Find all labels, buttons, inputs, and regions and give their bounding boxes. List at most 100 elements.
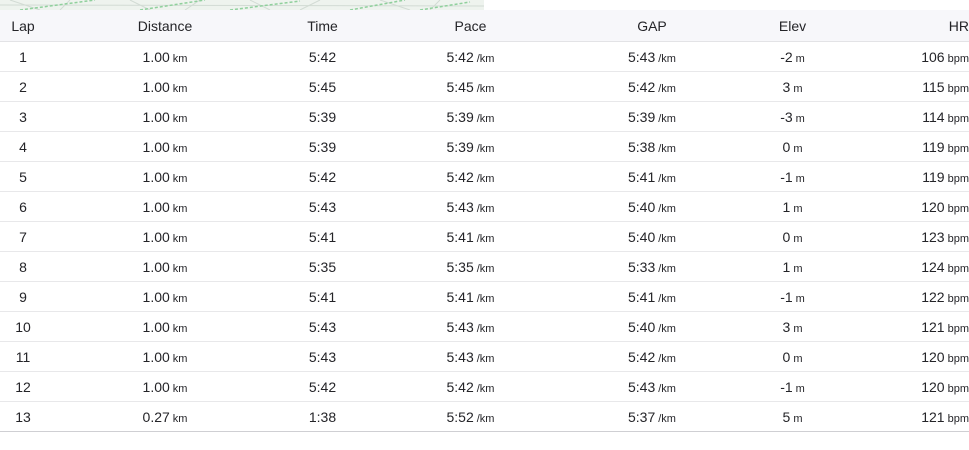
elev-cell: -2 m [724,41,861,72]
elev-unit: m [795,52,805,65]
hr-unit: bpm [947,262,969,275]
gap-cell: 5:41/km [580,161,724,192]
laps-table: Lap Distance Time Pace GAP Elev HR 1 1.00… [0,10,969,432]
time-value: 5:43 [308,198,337,215]
distance-unit: km [172,292,188,305]
hr-value: 119 [922,168,945,185]
gap-cell: 5:37/km [580,401,724,432]
elev-unit: m [793,82,803,95]
column-header-lap[interactable]: Lap [0,10,46,42]
distance-cell: 1.00 km [46,41,284,72]
elev-unit: m [795,172,805,185]
gap-cell: 5:41/km [580,281,724,312]
hr-unit: bpm [947,352,969,365]
time-value: 5:43 [308,348,337,365]
gap-unit: /km [658,292,676,305]
pace-unit: /km [476,382,495,395]
elev-value: -1 [780,168,793,185]
gap-unit: /km [658,322,676,335]
time-cell: 5:41 [284,221,361,252]
lap-cell: 7 [0,221,46,252]
table-row: 8 1.00 km 5:35 5:35/km 5:33/km 1 m 124 bpm [0,251,969,282]
lap-cell: 3 [0,101,46,132]
gap-cell: 5:40/km [580,311,724,342]
hr-cell: 124 bpm [861,251,969,282]
gap-value: 5:41 [628,168,656,185]
gap-cell: 5:33/km [580,251,724,282]
hr-unit: bpm [947,142,969,155]
elev-value: 1 [782,258,791,275]
gap-value: 5:39 [628,108,656,125]
hr-cell: 121 bpm [861,311,969,342]
pace-cell: 5:42/km [361,161,580,192]
pace-unit: /km [476,142,495,155]
pace-value: 5:39 [446,108,474,125]
pace-unit: /km [476,82,495,95]
gap-unit: /km [658,412,676,425]
pace-unit: /km [476,262,495,275]
lap-value: 1 [19,48,27,65]
distance-cell: 1.00 km [46,281,284,312]
pace-unit: /km [476,52,495,65]
time-cell: 5:41 [284,281,361,312]
gap-cell: 5:40/km [580,221,724,252]
distance-cell: 1.00 km [46,161,284,192]
distance-cell: 1.00 km [46,101,284,132]
pace-unit: /km [476,412,495,425]
elev-value: 5 [782,408,791,425]
column-header-distance[interactable]: Distance [46,10,284,42]
hr-cell: 106 bpm [861,41,969,72]
gap-value: 5:33 [628,258,656,275]
distance-value: 1.00 [142,78,170,95]
hr-unit: bpm [947,82,969,95]
column-header-hr[interactable]: HR [861,10,969,42]
column-header-pace[interactable]: Pace [361,10,580,42]
distance-value: 1.00 [142,168,170,185]
pace-value: 5:41 [446,288,474,305]
distance-value: 1.00 [142,318,170,335]
distance-value: 1.00 [142,378,170,395]
column-header-elev[interactable]: Elev [724,10,861,42]
gap-cell: 5:43/km [580,41,724,72]
gap-cell: 5:40/km [580,191,724,222]
distance-unit: km [172,382,188,395]
gap-unit: /km [658,382,676,395]
elev-cell: 0m [724,341,861,372]
lap-cell: 6 [0,191,46,222]
table-row: 12 1.00 km 5:42 5:42/km 5:43/km -1 m 120 bpm [0,371,969,402]
elev-unit: m [793,262,803,275]
elev-value: 1 [782,198,791,215]
gap-cell: 5:42/km [580,341,724,372]
time-value: 5:43 [308,318,337,335]
elev-value: -1 [780,288,793,305]
distance-unit: km [172,172,188,185]
column-header-gap[interactable]: GAP [580,10,724,42]
elev-unit: m [795,112,805,125]
hr-value: 121 [921,318,945,335]
hr-value: 123 [921,228,945,245]
pace-cell: 5:42/km [361,371,580,402]
lap-cell: 13 [0,401,46,432]
gap-unit: /km [658,112,676,125]
gap-value: 5:40 [628,198,656,215]
lap-value: 5 [19,168,27,185]
distance-unit: km [172,112,188,125]
elev-unit: m [793,352,803,365]
pace-value: 5:52 [446,408,474,425]
lap-cell: 8 [0,251,46,282]
pace-cell: 5:43/km [361,311,580,342]
column-header-time[interactable]: Time [284,10,361,42]
table-row: 7 1.00 km 5:41 5:41/km 5:40/km 0 m 123 bpm [0,221,969,252]
pace-unit: /km [476,292,495,305]
time-cell: 5:42 [284,161,361,192]
distance-cell: 1.00 km [46,221,284,252]
gap-value: 5:38 [628,138,656,155]
lap-cell: 9 [0,281,46,312]
pace-cell: 5:41/km [361,221,580,252]
hr-cell: 120 bpm [861,191,969,222]
time-cell: 1:38 [284,401,361,432]
route-map-thumbnail[interactable] [0,0,484,10]
distance-unit: km [172,262,188,275]
hr-cell: 119 bpm [861,161,969,192]
elev-cell: 3m [724,71,861,102]
